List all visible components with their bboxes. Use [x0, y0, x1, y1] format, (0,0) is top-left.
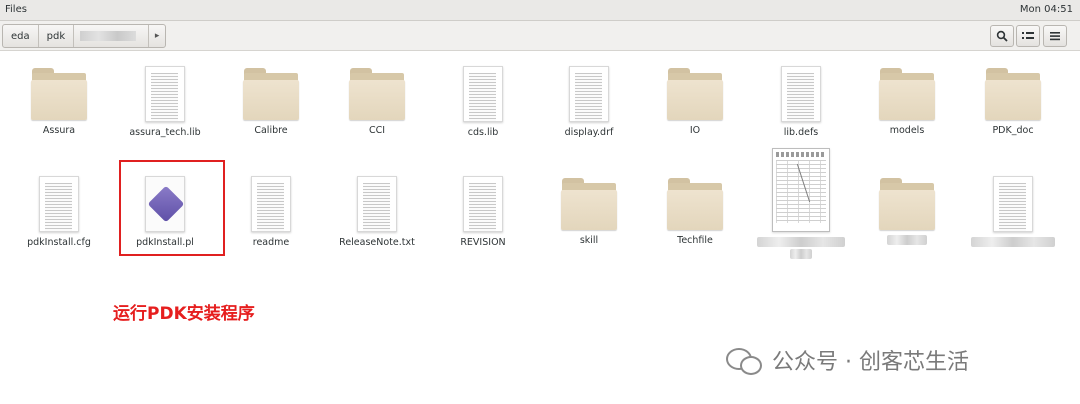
annotation-text: 运行PDK安装程序	[113, 304, 255, 324]
file-label: Techfile	[677, 235, 713, 246]
file-label: ReleaseNote.txt	[339, 237, 415, 248]
text-file-icon	[463, 176, 503, 232]
blurred-label	[971, 237, 1055, 247]
file-label: cds.lib	[467, 127, 499, 138]
app-name[interactable]: Files	[5, 4, 27, 15]
file-label: readme	[252, 237, 290, 248]
file-label: IO	[689, 125, 701, 136]
file-item-revision[interactable]: REVISION	[438, 170, 528, 248]
path-bar: eda pdk ▸	[0, 21, 1080, 51]
file-item-skill[interactable]: skill	[544, 170, 634, 246]
folder-icon	[985, 68, 1041, 120]
breadcrumb-current-folder[interactable]	[74, 25, 150, 47]
blurred-label	[80, 31, 137, 41]
file-label: display.drf	[564, 127, 614, 138]
clock[interactable]: Mon 04:51	[1020, 4, 1073, 15]
search-button[interactable]	[990, 25, 1014, 47]
file-item-lib-defs[interactable]: lib.defs	[756, 60, 846, 138]
file-item-assura[interactable]: Assura	[14, 60, 104, 136]
text-file-icon	[569, 66, 609, 122]
folder-icon	[561, 178, 617, 230]
file-label: lib.defs	[783, 127, 819, 138]
folder-icon	[879, 178, 935, 230]
watermark-text: 公众号 · 创客芯生活	[772, 350, 969, 375]
file-label: CCI	[368, 125, 386, 136]
file-item-display-drf[interactable]: display.drf	[544, 60, 634, 138]
menu-icon	[1050, 32, 1060, 41]
view-options-button[interactable]	[1016, 25, 1040, 47]
search-icon	[996, 30, 1008, 42]
file-label: assura_tech.lib	[129, 127, 201, 138]
folder-icon	[243, 68, 299, 120]
folder-icon	[667, 178, 723, 230]
chevron-right-icon[interactable]: ▸	[149, 25, 165, 47]
file-item-models[interactable]: models	[862, 60, 952, 136]
file-item-assura-tech-lib[interactable]: assura_tech.lib	[120, 60, 210, 138]
text-file-icon	[357, 176, 397, 232]
view-options-icon	[1022, 32, 1034, 39]
folder-icon	[879, 68, 935, 120]
file-label: PDK_doc	[992, 125, 1034, 136]
file-label: pdkInstall.cfg	[27, 237, 91, 248]
file-item-blurred-folder[interactable]	[862, 170, 952, 245]
file-item-readme[interactable]: readme	[226, 170, 316, 248]
top-bar: Files Mon 04:51	[0, 0, 1080, 21]
file-item-calibre[interactable]: Calibre	[226, 60, 316, 136]
file-label: models	[889, 125, 925, 136]
text-file-icon	[993, 176, 1033, 232]
document-thumbnail-icon	[772, 148, 830, 232]
file-item-techfile[interactable]: Techfile	[650, 170, 740, 246]
folder-icon	[667, 68, 723, 120]
breadcrumb-pdk[interactable]: pdk	[39, 25, 75, 47]
text-file-icon	[463, 66, 503, 122]
file-item-cds-lib[interactable]: cds.lib	[438, 60, 528, 138]
folder-icon	[31, 68, 87, 120]
text-file-icon	[781, 66, 821, 122]
blurred-label	[790, 249, 812, 259]
text-file-icon	[251, 176, 291, 232]
file-label: Calibre	[254, 125, 288, 136]
watermark: 公众号 · 创客芯生活	[726, 344, 969, 376]
text-file-icon	[145, 66, 185, 122]
blurred-label	[757, 237, 845, 247]
file-item-blurred-document-thumbnail[interactable]	[756, 148, 846, 259]
file-item-pdkinstall-cfg[interactable]: pdkInstall.cfg	[14, 170, 104, 248]
breadcrumb: eda pdk ▸	[2, 24, 167, 48]
menu-button[interactable]	[1043, 25, 1067, 47]
folder-icon	[349, 68, 405, 120]
file-item-blurred-file[interactable]	[968, 170, 1058, 247]
file-item-cci[interactable]: CCI	[332, 60, 422, 136]
blurred-label	[887, 235, 927, 245]
highlight-box	[119, 160, 225, 256]
file-item-pdk-doc[interactable]: PDK_doc	[968, 60, 1058, 136]
file-label: REVISION	[460, 237, 506, 248]
file-label: Assura	[42, 125, 76, 136]
file-item-releasenote-txt[interactable]: ReleaseNote.txt	[332, 170, 422, 248]
file-item-io[interactable]: IO	[650, 60, 740, 136]
wechat-icon	[726, 346, 762, 375]
text-file-icon	[39, 176, 79, 232]
file-label: skill	[579, 235, 599, 246]
breadcrumb-eda[interactable]: eda	[3, 25, 39, 47]
